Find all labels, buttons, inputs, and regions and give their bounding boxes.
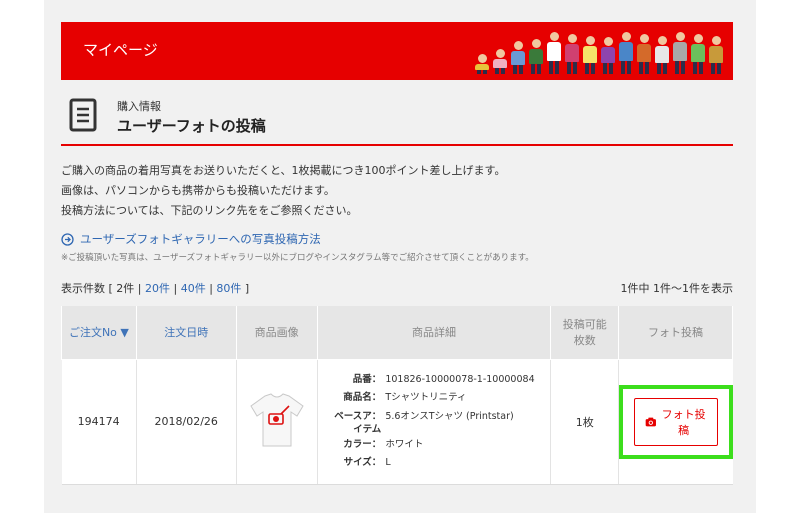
illustration-person [601, 37, 615, 74]
illustration-person [583, 36, 597, 74]
color-label: カラー： [343, 439, 382, 450]
page-size-selector: 表示件数 [ 2件 | 20件 | 40件 | 80件 ] [61, 282, 250, 295]
photo-upload-label: フォト投稿 [661, 407, 706, 437]
product-image-cell [236, 359, 318, 485]
sku-label: 品番： [352, 374, 382, 385]
count-cell: 1枚 [550, 359, 620, 485]
pager-row: 表示件数 [ 2件 | 20件 | 40件 | 80件 ] 1件中 1件～1件を… [61, 280, 733, 296]
size-value: L [385, 457, 391, 468]
illustration-person [691, 34, 705, 74]
name-value: Tシャツトリニティ [385, 392, 467, 403]
page-size-close: ] [244, 282, 250, 295]
page-size-option[interactable]: 40件 [181, 282, 206, 295]
photo-button-highlight: フォト投稿 [619, 384, 733, 459]
section-category: 購入情報 [117, 100, 161, 113]
base-label: ベースア： イテム [333, 410, 381, 436]
base-value: 5.6オンスTシャツ (Printstar) [385, 411, 514, 422]
product-details: 品番： 101826-10000078-1-10000084 商品名： Tシャツトリ… [333, 371, 534, 472]
order-no-cell: 194174 [61, 359, 137, 485]
illustration-person [619, 32, 633, 74]
illustration-person [673, 32, 687, 74]
notice-text: ※ご投稿頂いた写真は、ユーザーズフォトギャラリー以外にブログやインスタグラム等で… [61, 253, 534, 263]
section-header: 購入情報 ユーザーフォトの投稿 [61, 92, 733, 146]
intro-line: 画像は、パソコンからも携帯からも投稿いただけます。 [61, 184, 335, 197]
banner-illustration [475, 26, 723, 74]
page-size-label: 表示件数 [ [61, 282, 113, 295]
intro-line: 投稿方法については、下記のリンク先ををご参照ください。 [61, 204, 358, 217]
table-header-row: ご注文No ▼ 注文日時 商品画像 商品詳細 投稿可能 枚数 フォト投稿 [61, 306, 733, 360]
base-label-line2: イテム [353, 424, 382, 435]
photo-cell: フォト投稿 [618, 359, 733, 485]
product-details-cell: 品番： 101826-10000078-1-10000084 商品名： Tシャツトリ… [317, 359, 552, 485]
document-icon [69, 98, 97, 132]
illustration-person [547, 32, 561, 74]
result-summary: 1件中 1件～1件を表示 [620, 282, 734, 295]
illustration-person [511, 41, 525, 74]
photo-header: フォト投稿 [618, 306, 733, 360]
illustration-person [709, 36, 723, 74]
count-header-line: 投稿可能 [562, 318, 607, 332]
color-value: ホワイト [385, 439, 424, 450]
base-label-sep: ： [371, 411, 382, 422]
intro-text: ご購入の商品の着用写真をお送りいただくと、1枚掲載につき100ポイント差し上げま… [61, 161, 505, 221]
order-date-cell: 2018/02/26 [136, 359, 237, 485]
tshirt-image [249, 393, 304, 447]
sku-value: 101826-10000078-1-10000084 [385, 374, 535, 385]
illustration-person [565, 34, 579, 74]
howto-link[interactable]: ユーザーズフォトギャラリーへの写真投稿方法 [80, 231, 321, 247]
howto-link-row[interactable]: ユーザーズフォトギャラリーへの写真投稿方法 [61, 231, 321, 247]
image-header: 商品画像 [235, 306, 318, 360]
camera-icon [645, 417, 657, 426]
illustration-person [655, 36, 669, 74]
base-label-line1: ベースア [334, 411, 372, 422]
order-date-header[interactable]: 注文日時 [135, 306, 237, 360]
mypage-banner: マイページ [61, 22, 733, 80]
arrow-circle-right-icon [61, 232, 74, 246]
page-title: ユーザーフォトの投稿 [117, 117, 266, 135]
count-header: 投稿可能 枚数 [550, 306, 620, 360]
page-size-option[interactable]: 80件 [216, 282, 241, 295]
illustration-person [529, 39, 543, 74]
order-no-header[interactable]: ご注文No ▼ [61, 306, 137, 360]
size-label: サイズ： [343, 457, 382, 468]
illustration-person [475, 54, 489, 74]
intro-line: ご購入の商品の着用写真をお送りいただくと、1枚掲載につき100ポイント差し上げま… [61, 164, 506, 177]
order-table: ご注文No ▼ 注文日時 商品画像 商品詳細 投稿可能 枚数 フォト投稿 194… [61, 306, 733, 485]
illustration-person [493, 49, 507, 74]
page-size-option[interactable]: 20件 [145, 282, 170, 295]
banner-title: マイページ [83, 41, 158, 59]
photo-upload-button[interactable]: フォト投稿 [634, 397, 718, 446]
page: マイページ 購入情報 ユーザーフォトの投稿 ご購入の商品の着用写真をお送りいただ… [0, 0, 800, 513]
details-header: 商品詳細 [316, 306, 552, 360]
page-size-option: 2件 [116, 282, 135, 295]
illustration-person [637, 34, 651, 74]
count-header-line: 枚数 [573, 334, 596, 348]
table-row: 194174 2018/02/26 品番： 101826-10000078-1-1… [61, 359, 733, 485]
name-label: 商品名： [343, 392, 382, 403]
